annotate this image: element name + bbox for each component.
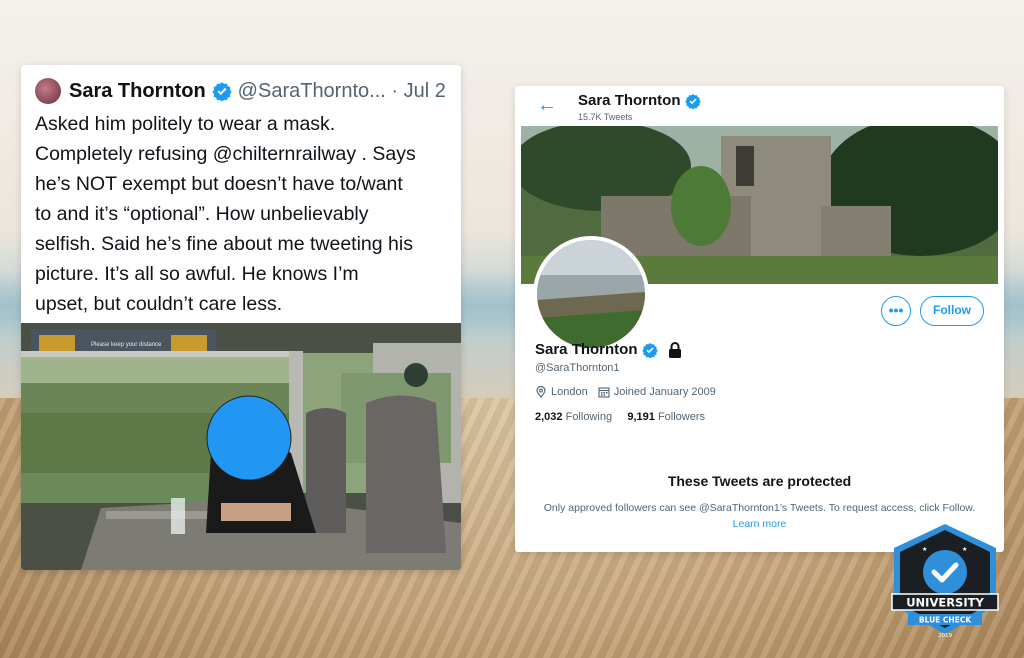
followers-count: 9,191 [627,411,655,423]
profile-joined: Joined January 2009 [613,386,716,398]
profile-handle: @SaraThornton1 [535,362,620,374]
profile-card: ← Sara Thornton 15.7K Tweets ••• Follow … [515,86,1004,552]
profile-location: London [551,386,588,398]
verified-badge-icon [641,342,658,358]
following-count: 2,032 [535,411,563,423]
calendar-icon [598,387,610,398]
lock-icon [668,341,681,358]
location-pin-icon [536,386,546,398]
verified-badge-icon [684,93,701,109]
arrow-left-icon[interactable]: ← [537,94,557,117]
university-blue-check-logo: ★ ★ UNIVERSITY BLUE CHECK 2019 [891,524,999,639]
profile-header-name: Sara Thornton [578,92,707,109]
avatar-image [537,240,645,348]
tweet-count: 15.7K Tweets [578,112,633,122]
tweet-card: Sara Thornton @SaraThornto... · Jul 2 As… [21,65,461,570]
tweet-photo[interactable]: Please keep your distance [21,323,461,570]
protected-body-text: Only approved followers can see @SaraTho… [543,502,976,514]
profile-header-name-text: Sara Thornton [578,92,681,109]
verified-badge-icon [212,82,232,101]
profile-name: Sara Thornton [535,341,682,358]
tweet-text: Asked him politely to wear a mask. Compl… [35,113,416,315]
tweet-header: Sara Thornton @SaraThornto... · Jul 2 [35,73,451,109]
avatar[interactable] [35,78,61,104]
protected-title: These Tweets are protected [667,473,852,489]
learn-more-link[interactable]: Learn more [733,518,787,530]
photo-sign-text: Please keep your distance [91,342,162,348]
profile-meta: London Joined January 2009 [535,386,716,398]
svg-text:★: ★ [962,546,967,553]
profile-counts: 2,032 Following 9,191 Followers [535,411,705,423]
tweet-author-name[interactable]: Sara Thornton [69,80,206,103]
followers-label: Followers [657,411,706,423]
svg-text:★: ★ [922,546,927,553]
following-link[interactable]: 2,032 Following [535,411,615,423]
badge-year: 2019 [938,633,952,639]
follow-button[interactable]: Follow [920,296,984,326]
badge-title: UNIVERSITY [906,596,984,610]
profile-avatar[interactable] [533,236,649,352]
following-label: Following [565,411,613,423]
followers-link[interactable]: 9,191 Followers [627,411,705,423]
badge-subtitle: BLUE CHECK [919,616,972,625]
train-photo: Please keep your distance [21,323,461,570]
profile-name-text: Sara Thornton [535,341,638,358]
more-options-button[interactable]: ••• [881,296,911,326]
tweet-handle-date: @SaraThornto... · Jul 2 [237,79,446,102]
